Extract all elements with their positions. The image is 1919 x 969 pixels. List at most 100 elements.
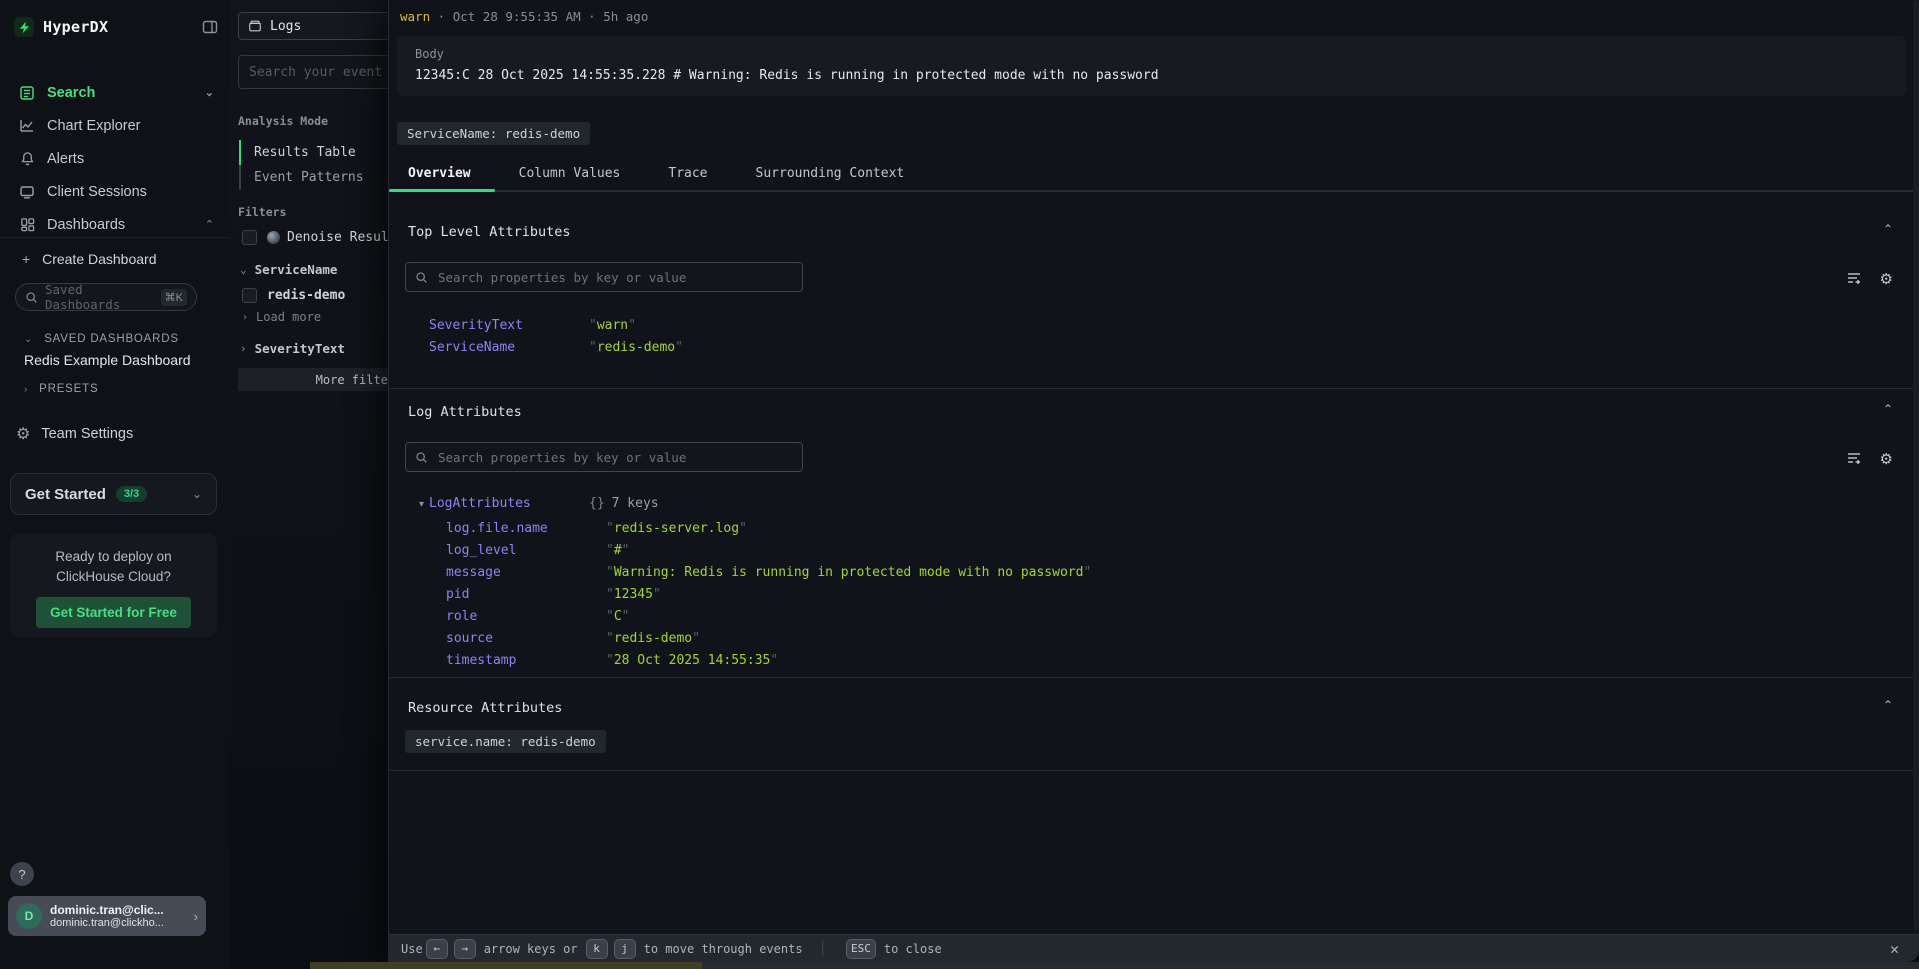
- wrap-text-icon[interactable]: [1846, 450, 1862, 468]
- attribute-value[interactable]: #: [606, 543, 629, 558]
- gear-icon[interactable]: ⚙: [1880, 450, 1893, 468]
- sidebar-item-chart-explorer[interactable]: Chart Explorer: [0, 109, 230, 142]
- user-lines: dominic.tran@clic... dominic.tran@clickh…: [50, 903, 190, 929]
- filter-group-label: SeverityText: [255, 341, 345, 356]
- attribute-key[interactable]: pid: [446, 587, 469, 602]
- filters-header: Filters: [238, 205, 286, 219]
- drawer-footer: Use ← → arrow keys or k j to move throug…: [389, 934, 1919, 962]
- plus-icon: +: [22, 251, 30, 267]
- attribute-value[interactable]: redis-demo: [606, 631, 700, 646]
- chart-icon: [18, 117, 36, 135]
- filter-value-redis-demo[interactable]: redis-demo: [242, 288, 345, 303]
- attribute-key[interactable]: role: [446, 609, 477, 624]
- search-icon: [415, 271, 428, 284]
- avatar: D: [16, 903, 42, 929]
- sidebar-item-label: Chart Explorer: [47, 118, 140, 134]
- dashboard-link-redis-example[interactable]: Redis Example Dashboard: [24, 352, 191, 368]
- tree-caret-icon[interactable]: ▾: [419, 499, 424, 510]
- user-name: dominic.tran@clic...: [50, 903, 190, 917]
- shortcut-badge: ⌘K: [161, 289, 187, 306]
- user-account-button[interactable]: D dominic.tran@clic... dominic.tran@clic…: [8, 896, 206, 936]
- top-level-search[interactable]: [405, 262, 803, 292]
- monitor-icon: [18, 183, 36, 201]
- attribute-root-key[interactable]: LogAttributes: [429, 496, 531, 511]
- attribute-key[interactable]: log_level: [446, 543, 516, 558]
- collapse-section-icon[interactable]: ⌃: [1883, 698, 1893, 712]
- sidebar-divider: [0, 237, 230, 238]
- log-attrs-search-input[interactable]: [436, 449, 793, 466]
- team-settings-button[interactable]: ⚙ Team Settings: [16, 424, 133, 444]
- filter-group-servicename[interactable]: ⌄ ServiceName: [240, 262, 337, 277]
- clickhouse-promo-card: Ready to deploy on ClickHouse Cloud? Get…: [10, 533, 217, 637]
- tab-overview[interactable]: Overview: [389, 158, 495, 190]
- attribute-key[interactable]: message: [446, 565, 501, 580]
- filter-group-severitytext[interactable]: › SeverityText: [240, 341, 345, 356]
- redis-demo-checkbox[interactable]: [242, 288, 257, 303]
- kbd-arrow-right: →: [454, 939, 476, 959]
- help-button[interactable]: ?: [10, 862, 34, 886]
- hyperdx-logo-icon: [14, 17, 34, 37]
- severity-badge: warn: [400, 9, 430, 24]
- attribute-value[interactable]: 12345: [606, 587, 661, 602]
- attribute-value[interactable]: redis-server.log: [606, 521, 747, 536]
- get-started-free-button[interactable]: Get Started for Free: [36, 597, 191, 628]
- close-icon[interactable]: ✕: [1890, 940, 1899, 958]
- collapse-section-icon[interactable]: ⌃: [1883, 402, 1893, 416]
- tab-column-values[interactable]: Column Values: [495, 158, 645, 190]
- scrollbar[interactable]: [1913, 0, 1919, 930]
- top-level-search-input[interactable]: [436, 269, 793, 286]
- load-more-button[interactable]: › Load more: [242, 310, 321, 324]
- body-panel: Body 12345:C 28 Oct 2025 14:55:35.228 # …: [397, 36, 1906, 96]
- collapse-section-icon[interactable]: ⌃: [1883, 222, 1893, 236]
- attribute-value[interactable]: Warning: Redis is running in protected m…: [606, 565, 1091, 580]
- service-tag-chip[interactable]: ServiceName: redis-demo: [397, 122, 590, 145]
- attribute-key[interactable]: timestamp: [446, 653, 516, 668]
- dashboards-grid-icon: [18, 216, 36, 234]
- kbd-arrow-left: ←: [426, 939, 448, 959]
- section-tools: ⚙: [1846, 450, 1893, 468]
- tab-surrounding-context[interactable]: Surrounding Context: [732, 158, 929, 190]
- search-nav-icon: [18, 84, 36, 102]
- gear-icon[interactable]: ⚙: [1880, 270, 1893, 288]
- create-dashboard-button[interactable]: + Create Dashboard: [22, 251, 156, 267]
- get-started-card[interactable]: Get Started 3/3 ⌄: [10, 473, 217, 515]
- resource-tag-chip[interactable]: service.name: redis-demo: [405, 730, 606, 753]
- event-header: warn · Oct 28 9:55:35 AM · 5h ago: [400, 9, 648, 24]
- brand-title: HyperDX: [43, 18, 202, 36]
- saved-dashboards-search[interactable]: Saved Dashboards ⌘K: [15, 283, 197, 311]
- attribute-value[interactable]: redis-demo: [589, 340, 683, 355]
- collapse-sidebar-icon[interactable]: [202, 19, 218, 35]
- kbd-j: j: [614, 939, 636, 959]
- chevron-right-icon: ›: [240, 342, 247, 355]
- attribute-key[interactable]: ServiceName: [429, 340, 515, 355]
- progress-badge: 3/3: [116, 486, 147, 502]
- sidebar-item-alerts[interactable]: Alerts: [0, 142, 230, 175]
- attribute-value[interactable]: 28 Oct 2025 14:55:35: [606, 653, 778, 668]
- background-page-strip: [310, 962, 702, 969]
- attribute-value[interactable]: warn: [589, 318, 636, 333]
- attribute-key[interactable]: log.file.name: [446, 521, 548, 536]
- promo-line-2: ClickHouse Cloud?: [10, 567, 217, 587]
- load-more-label: Load more: [256, 310, 321, 324]
- wrap-text-icon[interactable]: [1846, 270, 1862, 288]
- saved-dashboards-section-label: SAVED DASHBOARDS: [44, 333, 179, 345]
- kbd-k: k: [586, 939, 608, 959]
- attribute-value[interactable]: C: [606, 609, 629, 624]
- braces-icon: {}: [589, 496, 605, 511]
- denoise-checkbox[interactable]: [242, 230, 257, 245]
- log-attrs-search[interactable]: [405, 442, 803, 472]
- sidebar-item-label: Client Sessions: [47, 184, 147, 200]
- sidebar-item-client-sessions[interactable]: Client Sessions: [0, 175, 230, 208]
- section-divider: [389, 677, 1919, 678]
- event-timestamp: · Oct 28 9:55:35 AM · 5h ago: [438, 9, 649, 24]
- sidebar-item-search[interactable]: Search ⌄: [0, 76, 230, 109]
- attribute-key[interactable]: SeverityText: [429, 318, 523, 333]
- presets-section-toggle[interactable]: › PRESETS: [24, 383, 98, 395]
- denoise-results-row[interactable]: Denoise Results: [242, 230, 404, 245]
- chevron-down-icon: ⌄: [205, 86, 214, 99]
- analysis-mode-header: Analysis Mode: [238, 114, 328, 128]
- attribute-key[interactable]: source: [446, 631, 493, 646]
- chevron-right-icon: ›: [194, 909, 198, 924]
- tab-trace[interactable]: Trace: [644, 158, 731, 190]
- saved-dashboards-section-toggle[interactable]: ⌄ SAVED DASHBOARDS: [24, 333, 179, 345]
